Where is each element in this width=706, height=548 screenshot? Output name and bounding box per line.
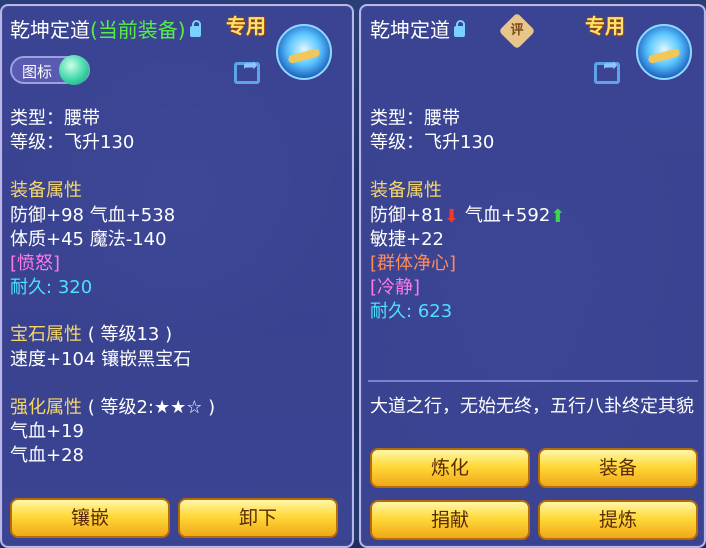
enhance-level: ( 等级2:★★☆ ) bbox=[87, 397, 216, 418]
durability-label: 耐久: bbox=[370, 301, 413, 322]
durability-label: 耐久: bbox=[10, 277, 53, 298]
item-level: 等级：飞升130 bbox=[10, 132, 135, 153]
gem-line: 速度+104 镶嵌黑宝石 bbox=[10, 349, 192, 370]
item-belt-icon bbox=[276, 24, 332, 80]
item-belt-icon bbox=[636, 24, 692, 80]
attr-line-1: 防御+98 气血+538 bbox=[10, 205, 176, 226]
right-item-title: 乾坤定道 bbox=[370, 14, 465, 43]
attr-header: 装备属性 bbox=[10, 180, 82, 201]
attr-header: 装备属性 bbox=[370, 180, 442, 201]
lock-icon bbox=[454, 20, 465, 37]
attr-line-1: 防御+81⬇ 气血+592⬆ bbox=[370, 201, 565, 227]
item-name: 乾坤定道 bbox=[10, 18, 90, 42]
gem-header-line: 宝石属性 ( 等级13 ) bbox=[10, 320, 172, 346]
divider bbox=[368, 380, 698, 382]
toggle-knob[interactable] bbox=[59, 55, 89, 85]
enhance-header: 强化属性 bbox=[10, 397, 82, 418]
enhance-line-1: 气血+19 bbox=[10, 421, 84, 442]
enhance-line-2: 气血+28 bbox=[10, 445, 84, 466]
rating-badge-label: 评 bbox=[510, 23, 524, 38]
item-level: 等级：飞升130 bbox=[370, 132, 495, 153]
share-icon[interactable] bbox=[594, 55, 620, 84]
special-effect: [愤怒] bbox=[10, 253, 61, 274]
refine-button[interactable]: 炼化 bbox=[370, 448, 530, 488]
unequip-button[interactable]: 卸下 bbox=[178, 498, 338, 538]
left-item-title: 乾坤定道(当前装备) bbox=[10, 14, 201, 43]
enhance-header-line: 强化属性 ( 等级2:★★☆ ) bbox=[10, 393, 215, 419]
equipped-tag: (当前装备) bbox=[90, 18, 186, 42]
defense-value: 防御+81 bbox=[370, 205, 444, 226]
special-effect-1: [群体净心] bbox=[370, 253, 457, 274]
durability: 耐久: 320 bbox=[10, 273, 92, 299]
down-arrow-icon: ⬇ bbox=[444, 206, 460, 227]
gem-header: 宝石属性 bbox=[10, 324, 82, 345]
item-type: 类型：腰带 bbox=[370, 108, 460, 129]
share-icon[interactable] bbox=[234, 55, 260, 84]
attr-line-2: 敏捷+22 bbox=[370, 229, 444, 250]
donate-button[interactable]: 捐献 bbox=[370, 500, 530, 540]
icon-toggle-label: 图标 bbox=[22, 63, 53, 81]
durability: 耐久: 623 bbox=[370, 297, 452, 323]
equip-button[interactable]: 装备 bbox=[538, 448, 698, 488]
hp-value: 气血+592 bbox=[464, 205, 551, 226]
icon-toggle[interactable]: 图标 bbox=[10, 55, 90, 85]
rating-badge-icon[interactable]: 评 bbox=[498, 12, 536, 50]
extract-button[interactable]: 提炼 bbox=[538, 500, 698, 540]
exclusive-label: 专用 bbox=[585, 14, 625, 38]
durability-value: 320 bbox=[57, 277, 93, 298]
attr-line-2: 体质+45 魔法-140 bbox=[10, 229, 167, 250]
gem-level: ( 等级13 ) bbox=[87, 324, 173, 345]
item-type: 类型：腰带 bbox=[10, 108, 100, 129]
up-arrow-icon: ⬆ bbox=[550, 206, 566, 227]
exclusive-label: 专用 bbox=[226, 14, 266, 38]
durability-value: 623 bbox=[417, 301, 453, 322]
item-name: 乾坤定道 bbox=[370, 18, 450, 42]
lock-icon bbox=[189, 20, 201, 37]
item-description: 大道之行，无始无终，五行八卦终定其貌 bbox=[370, 396, 694, 417]
special-effect-2: [冷静] bbox=[370, 277, 421, 298]
inlay-button[interactable]: 镶嵌 bbox=[10, 498, 170, 538]
